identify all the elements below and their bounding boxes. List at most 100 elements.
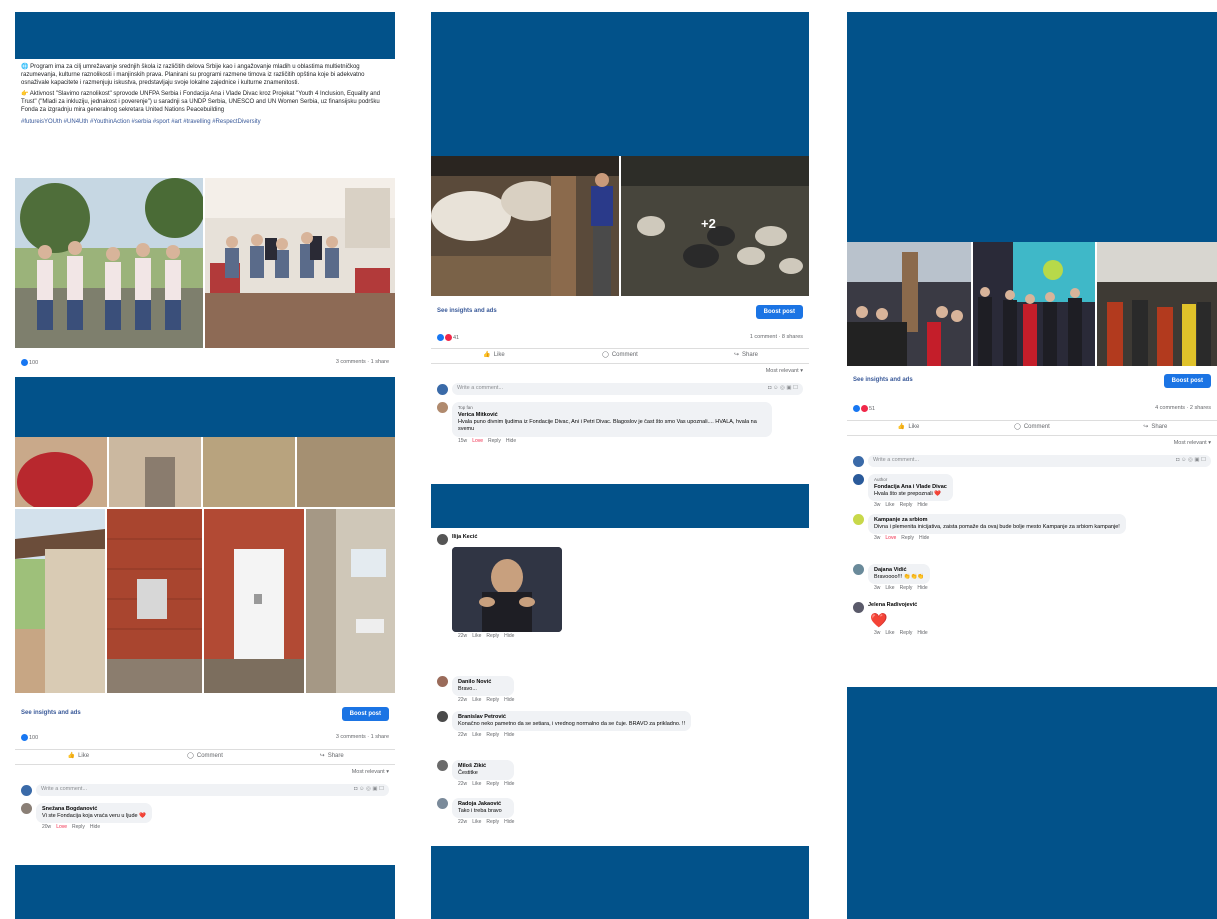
comment: Snežana Bogdanović Vi ste Fondacija koja … [21, 803, 389, 831]
comment-text: Bravoooo!!! 👏👏👏 [874, 574, 925, 581]
write-comment-input[interactable]: Write a comment... ◘ ☺ ◎ ▣ ☐ [868, 455, 1211, 467]
like-count[interactable]: 100 [21, 358, 38, 367]
post-photo-bathroom[interactable] [306, 509, 395, 693]
post-hashtags[interactable]: #futureisYOUth #UN4Uth #YouthinAction #s… [21, 118, 389, 126]
post-actions: 👍 Like ◯ Comment ↪ Share [847, 420, 1217, 436]
post-reaction-counts: 41 1 comment · 8 shares [431, 331, 809, 345]
post-reaction-counts: 100 3 comments · 1 share [15, 356, 395, 370]
love-reaction-icon [445, 333, 452, 341]
post-photo-cows[interactable] [431, 156, 619, 296]
comment-author[interactable]: Verica Mitković [458, 412, 766, 419]
comment: Danilo Nović Bravo... 22w Like Reply Hide [437, 676, 803, 704]
comment-button[interactable]: ◯ Comment [557, 349, 683, 363]
comment-text: Hvala što ste prepoznali ❤️ [874, 491, 942, 498]
most-relevant-filter[interactable]: Most relevant ▾ [766, 368, 803, 375]
comment: Dajana Vidić Bravoooo!!! 👏👏👏 3w Like Reply H… [853, 564, 1211, 592]
comment-text: Čestitke [458, 770, 478, 777]
like-button[interactable]: 👍 Like [847, 421, 970, 435]
like-button[interactable]: 👍 Like [15, 750, 142, 764]
post-photo-room[interactable] [205, 178, 395, 348]
blue-bar-middle [15, 377, 395, 437]
comment-meta: 22w Like Reply Hide [458, 697, 515, 704]
post-photo-strip[interactable] [15, 437, 395, 507]
like-count[interactable]: 51 [853, 404, 875, 413]
like-reaction-icon [437, 333, 444, 341]
emoji-icons: ◘ ☺ ◎ ▣ ☐ [1176, 457, 1206, 464]
most-relevant-filter[interactable]: Most relevant ▾ [1174, 440, 1211, 447]
see-insights-link[interactable]: See insights and ads [437, 308, 497, 316]
comment-meta: 15w Love Reply Hide [458, 437, 517, 444]
comment-author[interactable]: Radoja Jakaović [458, 801, 508, 808]
comments-shares-count[interactable]: 1 comment · 8 shares [750, 334, 803, 341]
post-reaction-counts: 100 3 comments · 1 share [15, 731, 395, 745]
like-reaction-icon [21, 358, 28, 366]
comment-meta: 22w Like Reply Hide [458, 781, 515, 788]
like-count[interactable]: 41 [437, 333, 459, 342]
avatar [21, 803, 32, 814]
comment: Branislav Petrović Konačno neko pametno d… [437, 711, 803, 739]
avatar [853, 602, 864, 613]
more-photos-count[interactable]: +2 [701, 216, 716, 233]
insights-row: See insights and ads Boost post [15, 703, 395, 725]
column-middle: +2 See insights and ads Boost post 41 1 … [431, 12, 809, 919]
comment-text: Divna i plemenita inicijativa, zaista po… [874, 524, 1120, 531]
comment-text: Hvala puno divnim ljudima iz Fondacije D… [458, 419, 757, 433]
like-button[interactable]: 👍 Like [431, 349, 557, 363]
avatar [853, 514, 864, 525]
comments-shares-count[interactable]: 3 comments · 1 share [336, 734, 389, 741]
comment-author[interactable]: Kampanje za srbiom [874, 517, 1120, 524]
top-fan-badge: Top fan [458, 405, 473, 410]
blue-bar-top [847, 12, 1217, 242]
comment-bubble: Top fan Verica Mitković Hvala puno divnim … [452, 402, 772, 437]
love-reaction-icon [861, 404, 868, 412]
comments-shares-count[interactable]: 4 comments · 2 shares [1155, 405, 1211, 412]
comment-author[interactable]: Branislav Petrović [458, 714, 685, 721]
column-right: See insights and ads Boost post 51 4 com… [847, 12, 1217, 919]
write-comment-input[interactable]: Write a comment... ◘ ☺ ◎ ▣ ☐ [36, 784, 389, 796]
post-photo-group[interactable] [15, 178, 203, 348]
most-relevant-filter[interactable]: Most relevant ▾ [352, 769, 389, 776]
post-photo-crowd-1[interactable] [847, 242, 971, 366]
thumbs-up-icon: 👍 [67, 753, 76, 760]
share-button[interactable]: ↪ Share [1094, 421, 1217, 435]
comment-button[interactable]: ◯ Comment [970, 421, 1093, 435]
comment-icon: ◯ [1014, 424, 1021, 431]
comment-meta: 22w Like Reply Hide [458, 819, 515, 826]
boost-post-button[interactable]: Boost post [341, 707, 389, 721]
share-button[interactable]: ↪ Share [683, 349, 809, 363]
comment-text: Konačno neko pametno da se setiara, i vr… [458, 721, 686, 728]
emoji-icons: ◘ ☺ ◎ ▣ ☐ [768, 385, 798, 392]
comment-gif[interactable] [452, 547, 562, 633]
comment-author[interactable]: Danilo Nović [458, 679, 508, 686]
write-comment-input[interactable]: Write a comment... ◘ ☺ ◎ ▣ ☐ [452, 383, 803, 395]
comment-meta: 3w Like Reply Hide [874, 630, 928, 637]
like-reaction-icon [853, 404, 860, 412]
post-photo-stage[interactable] [973, 242, 1095, 366]
facebook-post-2: See insights and ads Boost post 100 3 co… [15, 437, 395, 865]
post-paragraph-2: 👉 Aktivnost "Slavimo raznolikost" sprovo… [21, 91, 381, 114]
avatar [853, 564, 864, 575]
comments-shares-count[interactable]: 3 comments · 1 share [336, 359, 389, 366]
boost-post-button[interactable]: Boost post [755, 305, 803, 319]
comment: Jelena Radivojević ❤️ 3w Like Reply Hide [853, 602, 1211, 637]
comment-author[interactable]: Jelena Radivojević [868, 602, 928, 609]
like-count[interactable]: 100 [21, 733, 38, 742]
comment-button[interactable]: ◯ Comment [142, 750, 269, 764]
post-photo-house-1[interactable] [15, 509, 105, 693]
post-photo-crowd-2[interactable] [1097, 242, 1217, 366]
comment-meta: 3w Like Reply Hide [874, 502, 928, 509]
comment: Top fan Verica Mitković Hvala puno divnim … [437, 402, 803, 444]
avatar [437, 711, 448, 722]
see-insights-link[interactable]: See insights and ads [21, 710, 81, 718]
comment-bubble: Radoja Jakaović Tako i treba bravo [452, 798, 515, 819]
post-photo-door[interactable] [204, 509, 304, 693]
share-button[interactable]: ↪ Share [268, 750, 395, 764]
comment-author[interactable]: Ilija Kecić [452, 534, 562, 541]
avatar [21, 784, 32, 796]
post-photo-house-2[interactable] [107, 509, 202, 693]
see-insights-link[interactable]: See insights and ads [853, 377, 913, 385]
facebook-post-3: +2 See insights and ads Boost post 41 1 … [431, 156, 809, 484]
boost-post-button[interactable]: Boost post [1163, 374, 1211, 388]
post-photo-goats[interactable]: +2 [621, 156, 809, 296]
comment-bubble: Kampanje za srbiom Divna i plemenita inic… [868, 514, 1126, 535]
